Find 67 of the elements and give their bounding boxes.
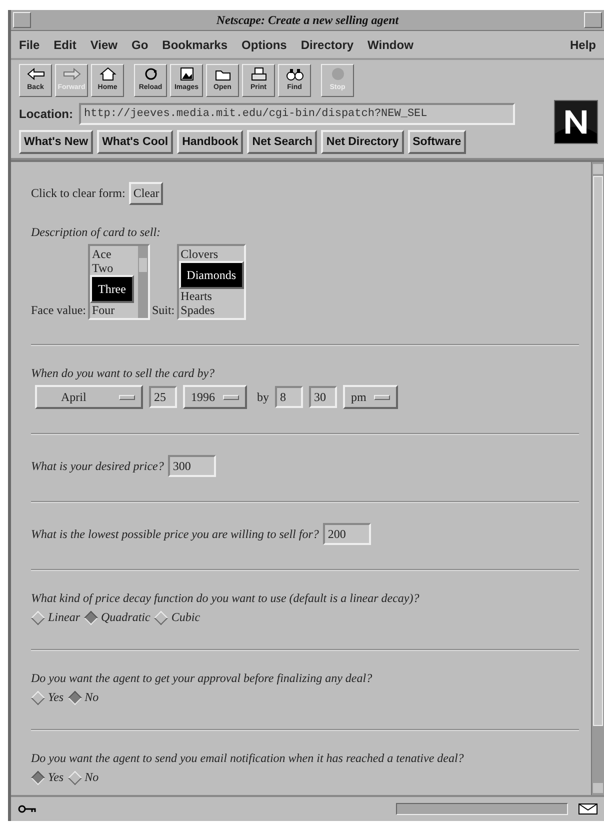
location-label: Location: — [19, 107, 73, 121]
radio-option[interactable]: Cubic — [154, 610, 200, 625]
radio-option[interactable]: No — [68, 690, 99, 705]
menu-item[interactable]: Options — [242, 38, 287, 52]
face-value-label: Face value: — [31, 303, 86, 318]
menu-item[interactable]: Bookmarks — [162, 38, 228, 52]
right-arrow-icon — [62, 67, 82, 81]
directory-button[interactable]: Net Search — [247, 130, 318, 154]
menu-item[interactable]: Help — [570, 38, 596, 52]
radio-option[interactable]: Yes — [31, 690, 64, 705]
list-option[interactable]: Three — [90, 275, 134, 303]
directory-button[interactable]: What's New — [19, 130, 94, 154]
directory-button[interactable]: Software — [408, 130, 466, 154]
minimize-button[interactable] — [584, 12, 602, 28]
list-option[interactable]: Two — [90, 261, 134, 275]
list-option[interactable]: Hearts — [178, 289, 244, 303]
mail-icon[interactable] — [576, 802, 600, 816]
security-key-icon — [17, 804, 37, 814]
radio-question: What kind of price decay function do you want to use (default is a linear decay)? — [31, 591, 420, 606]
menu-item[interactable]: File — [19, 38, 40, 52]
netscape-logo-icon — [554, 100, 598, 144]
menu-item[interactable]: Go — [131, 38, 148, 52]
directory-button[interactable]: What's Cool — [97, 130, 174, 154]
radio-question: Do you want the agent to send you email notification when it has reached a tenative deal? — [31, 751, 465, 766]
binoculars-icon — [284, 67, 304, 81]
vertical-scrollbar[interactable] — [591, 162, 604, 795]
list-option[interactable]: Diamonds — [178, 261, 244, 289]
face-value-list[interactable]: Ace Two Three Four — [88, 244, 150, 320]
card-description-heading: Description of card to sell: — [31, 225, 162, 240]
desired-price-question: What is your desired price? — [31, 458, 164, 474]
menu-item[interactable]: View — [90, 38, 118, 52]
ampm-dropdown[interactable]: pm — [343, 385, 398, 409]
radio-question: Do you want the agent to get your approval before finalizing any deal? — [31, 671, 374, 686]
sell-date-question: When do you want to sell the card by? — [31, 366, 216, 381]
hour-field[interactable]: 8 — [275, 386, 303, 408]
by-label: by — [257, 390, 269, 404]
year-dropdown[interactable]: 1996 — [183, 385, 247, 409]
menu-item[interactable]: Edit — [54, 38, 76, 52]
radio-option[interactable]: Linear — [31, 610, 80, 625]
month-dropdown[interactable]: April — [35, 385, 143, 409]
radio-option[interactable]: Yes — [31, 770, 64, 785]
printer-icon — [248, 67, 268, 81]
window-menu-button[interactable] — [13, 12, 31, 28]
directory-button[interactable]: Net Directory — [321, 130, 404, 154]
lowest-price-question: What is the lowest possible price you are willing to sell for? — [31, 526, 319, 542]
clear-button[interactable]: Clear — [129, 182, 164, 205]
menu-item[interactable]: Window — [368, 38, 414, 52]
clear-form-label: Click to clear form: — [31, 186, 126, 201]
day-field[interactable]: 25 — [149, 386, 177, 408]
radio-option[interactable]: Quadratic — [84, 610, 150, 625]
list-option[interactable]: Spades — [178, 303, 244, 317]
suit-list[interactable]: Clovers Diamonds Hearts Spades — [176, 244, 246, 320]
suit-label: Suit: — [152, 303, 175, 318]
desired-price-field[interactable]: 300 — [168, 455, 216, 477]
window-title: Netscape: Create a new selling agent — [216, 12, 399, 28]
house-icon — [98, 67, 118, 81]
list-scrollbar[interactable] — [138, 246, 148, 318]
radio-option[interactable]: No — [68, 770, 99, 785]
location-field[interactable]: http://jeeves.media.mit.edu/cgi-bin/dispatch?NEW_SEL — [79, 103, 515, 125]
list-option[interactable]: Four — [90, 303, 134, 317]
directory-button[interactable]: Handbook — [177, 130, 244, 154]
menu-item[interactable]: Directory — [300, 38, 354, 52]
lowest-price-field[interactable]: 200 — [322, 523, 371, 545]
left-arrow-icon — [26, 67, 46, 81]
minute-field[interactable]: 30 — [309, 386, 337, 408]
list-option[interactable]: Clovers — [178, 247, 244, 261]
list-option[interactable]: Ace — [90, 247, 134, 261]
